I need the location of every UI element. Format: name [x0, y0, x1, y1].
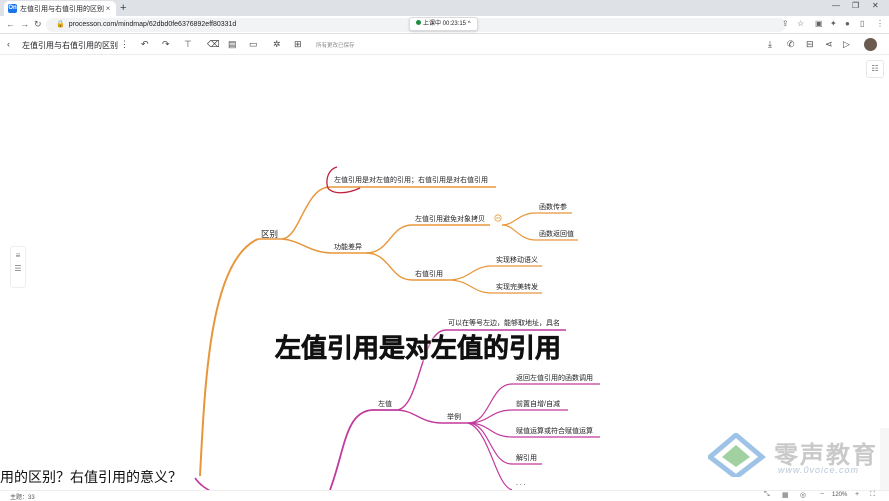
style-panel-toggle-icon[interactable]: ☷ — [866, 60, 884, 78]
locate-icon[interactable]: ◎ — [800, 491, 806, 499]
node-ret-val[interactable]: 函数返回值 — [539, 229, 574, 239]
node-example[interactable]: 举例 — [447, 412, 461, 422]
video-caption-sub: 用的区别？右值引用的意义？ — [0, 467, 186, 487]
connector-example-more — [467, 422, 513, 491]
list-icon[interactable]: ☰ — [11, 264, 25, 273]
node-example-assignment[interactable]: 赋值运算或符合赋值运算 — [516, 426, 593, 436]
fit-screen-icon[interactable]: ⤡ — [764, 491, 770, 499]
connector-func-lref-avoid — [365, 224, 490, 254]
node-lvalue-desc[interactable]: 可以在等号左边，能够取地址，具名 — [448, 318, 560, 328]
node-perfect-forward[interactable]: 实现完美转发 — [496, 282, 538, 292]
node-arg-pass[interactable]: 函数传参 — [539, 202, 567, 212]
connector-rref-move — [447, 265, 542, 281]
watermark-logo: 零声教育 www.0voice.com — [706, 431, 878, 481]
watermark-url: www.0voice.com — [778, 465, 860, 475]
video-caption-main: 左值引用是对左值的引用 — [275, 334, 562, 365]
node-difference[interactable]: 区别 — [261, 228, 278, 240]
connector-root-lvalue — [329, 409, 396, 491]
node-example-more[interactable]: . . . — [516, 480, 526, 487]
node-example-deref[interactable]: 解引用 — [516, 453, 537, 463]
node-func-diff[interactable]: 功能差异 — [334, 242, 362, 252]
zoom-in-icon[interactable]: + — [855, 491, 859, 498]
outline-icon[interactable]: ≡ — [11, 251, 25, 260]
zoom-level: 120% — [832, 492, 848, 498]
connector-example-2 — [467, 409, 568, 424]
fullscreen-icon[interactable]: ⛶ — [870, 491, 875, 499]
right-tool-strip — [880, 428, 889, 490]
node-example-func-call[interactable]: 返回左值引用的函数调用 — [516, 373, 593, 383]
mindmap-connectors — [194, 166, 600, 493]
zoom-out-icon[interactable]: − — [820, 491, 824, 498]
node-example-prefix-incdec[interactable]: 前置自增/自减 — [516, 399, 560, 409]
left-side-panel[interactable]: ≡ ☰ — [10, 246, 26, 288]
connector-root-difference — [199, 238, 259, 477]
node-move-semantics[interactable]: 实现移动语义 — [496, 255, 538, 265]
node-lvalue[interactable]: 左值 — [378, 399, 392, 409]
node-lref-avoid-copy[interactable]: 左值引用避免对象拷贝 — [415, 214, 485, 224]
grid-icon[interactable]: ▦ — [782, 491, 789, 499]
node-lref-to-lvalue[interactable]: 左值引用是对左值的引用；右值引用是对右值引用 — [334, 175, 488, 185]
node-rref[interactable]: 右值引用 — [415, 269, 443, 279]
connector-avoid-arg — [501, 212, 572, 226]
connector-difference-lref — [281, 186, 496, 240]
status-bar: 主题：33 ⤡ ▦ ◎ − 120% + ⛶ — [0, 490, 889, 501]
diamond-logo-icon — [706, 431, 766, 481]
